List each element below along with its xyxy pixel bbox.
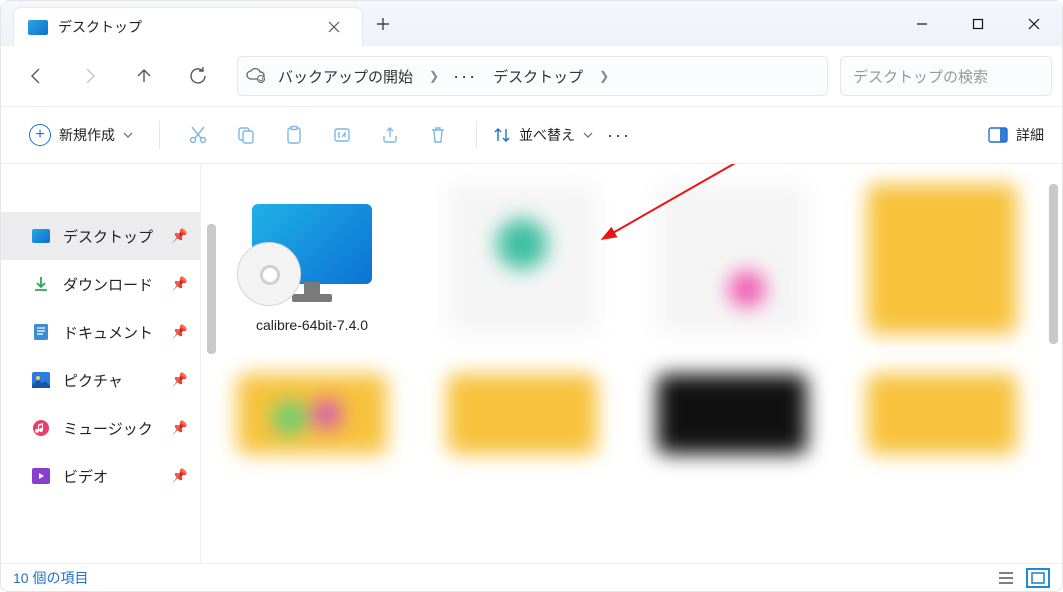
share-button[interactable] (368, 116, 412, 154)
blurred-item[interactable] (867, 184, 1017, 334)
forward-button[interactable] (65, 56, 115, 96)
window-controls (894, 1, 1062, 46)
active-tab[interactable]: デスクトップ (13, 7, 363, 46)
file-grid: calibre-64bit-7.4.0 (201, 164, 1062, 563)
blurred-item[interactable] (447, 184, 597, 334)
blurred-item[interactable] (657, 374, 807, 454)
search-input[interactable]: デスクトップの検索 (840, 56, 1052, 96)
sidebar-item-label: ミュージック (63, 418, 153, 439)
content-scrollbar[interactable] (1049, 184, 1058, 344)
sidebar-item-documents[interactable]: ドキュメント 📌 (1, 308, 200, 356)
breadcrumb-overflow[interactable]: ··· (447, 66, 483, 87)
list-view-button[interactable] (994, 568, 1018, 588)
pin-icon: 📌 (172, 468, 188, 484)
sidebar-item-videos[interactable]: ビデオ 📌 (1, 452, 200, 500)
breadcrumb-current[interactable]: デスクトップ (485, 66, 591, 87)
chevron-right-icon[interactable]: ❯ (423, 69, 445, 83)
new-tab-button[interactable] (363, 1, 403, 46)
desktop-icon (31, 227, 51, 245)
sidebar-item-music[interactable]: ミュージック 📌 (1, 404, 200, 452)
titlebar: デスクトップ (1, 1, 1062, 46)
close-tab-button[interactable] (320, 13, 348, 41)
icon-view-button[interactable] (1026, 568, 1050, 588)
music-icon (31, 419, 51, 437)
paste-button[interactable] (272, 116, 316, 154)
sort-button[interactable]: 並べ替え (493, 125, 593, 145)
installer-icon (247, 184, 377, 304)
file-name: calibre-64bit-7.4.0 (256, 316, 368, 334)
delete-button[interactable] (416, 116, 460, 154)
pin-icon: 📌 (172, 228, 188, 244)
sidebar-item-label: デスクトップ (63, 226, 153, 247)
sidebar-item-label: ドキュメント (63, 322, 153, 343)
video-icon (31, 467, 51, 485)
up-button[interactable] (119, 56, 169, 96)
blurred-item[interactable] (657, 184, 807, 334)
search-placeholder: デスクトップの検索 (853, 66, 988, 87)
document-icon (31, 323, 51, 341)
maximize-button[interactable] (950, 1, 1006, 46)
sidebar-item-desktop[interactable]: デスクトップ 📌 (1, 212, 200, 260)
cloud-backup-icon (244, 64, 268, 88)
body: デスクトップ 📌 ダウンロード 📌 ドキュメント 📌 ピクチャ 📌 ミュージック… (1, 164, 1062, 563)
separator (476, 121, 477, 149)
chevron-right-icon[interactable]: ❯ (593, 69, 615, 83)
pin-icon: 📌 (172, 276, 188, 292)
pin-icon: 📌 (172, 420, 188, 436)
sidebar-item-pictures[interactable]: ピクチャ 📌 (1, 356, 200, 404)
blurred-item[interactable] (237, 374, 387, 454)
new-button[interactable]: + 新規作成 (19, 116, 143, 154)
blurred-item[interactable] (867, 374, 1017, 454)
sidebar-item-label: ビデオ (63, 466, 108, 487)
cut-button[interactable] (176, 116, 220, 154)
separator (159, 121, 160, 149)
file-item-calibre[interactable]: calibre-64bit-7.4.0 (237, 184, 387, 334)
download-icon (31, 275, 51, 293)
details-label: 詳細 (1016, 125, 1044, 145)
rename-button[interactable] (320, 116, 364, 154)
copy-button[interactable] (224, 116, 268, 154)
chevron-down-icon (123, 130, 133, 140)
close-window-button[interactable] (1006, 1, 1062, 46)
chevron-down-icon (583, 130, 593, 140)
minimize-button[interactable] (894, 1, 950, 46)
breadcrumb[interactable]: バックアップの開始 ❯ ··· デスクトップ ❯ (237, 56, 828, 96)
sidebar: デスクトップ 📌 ダウンロード 📌 ドキュメント 📌 ピクチャ 📌 ミュージック… (1, 164, 201, 563)
picture-icon (31, 371, 51, 389)
desktop-icon (28, 20, 48, 35)
tab-title: デスクトップ (58, 17, 310, 37)
refresh-button[interactable] (173, 56, 223, 96)
statusbar: 10 個の項目 (1, 563, 1062, 592)
new-button-label: 新規作成 (59, 125, 115, 145)
sidebar-item-label: ピクチャ (63, 370, 123, 391)
plus-circle-icon: + (29, 124, 51, 146)
pin-icon: 📌 (172, 324, 188, 340)
back-button[interactable] (11, 56, 61, 96)
pin-icon: 📌 (172, 372, 188, 388)
details-pane-button[interactable]: 詳細 (988, 125, 1044, 145)
blurred-item[interactable] (447, 374, 597, 454)
breadcrumb-backup[interactable]: バックアップの開始 (270, 66, 421, 87)
item-count: 10 個の項目 (13, 568, 88, 588)
more-button[interactable]: ··· (597, 125, 641, 146)
sidebar-item-label: ダウンロード (63, 274, 153, 295)
toolbar: + 新規作成 並べ替え ··· 詳細 (1, 106, 1062, 164)
navigation-row: バックアップの開始 ❯ ··· デスクトップ ❯ デスクトップの検索 (1, 46, 1062, 106)
sidebar-item-downloads[interactable]: ダウンロード 📌 (1, 260, 200, 308)
sort-label: 並べ替え (519, 125, 575, 145)
titlebar-spacer (403, 1, 894, 46)
